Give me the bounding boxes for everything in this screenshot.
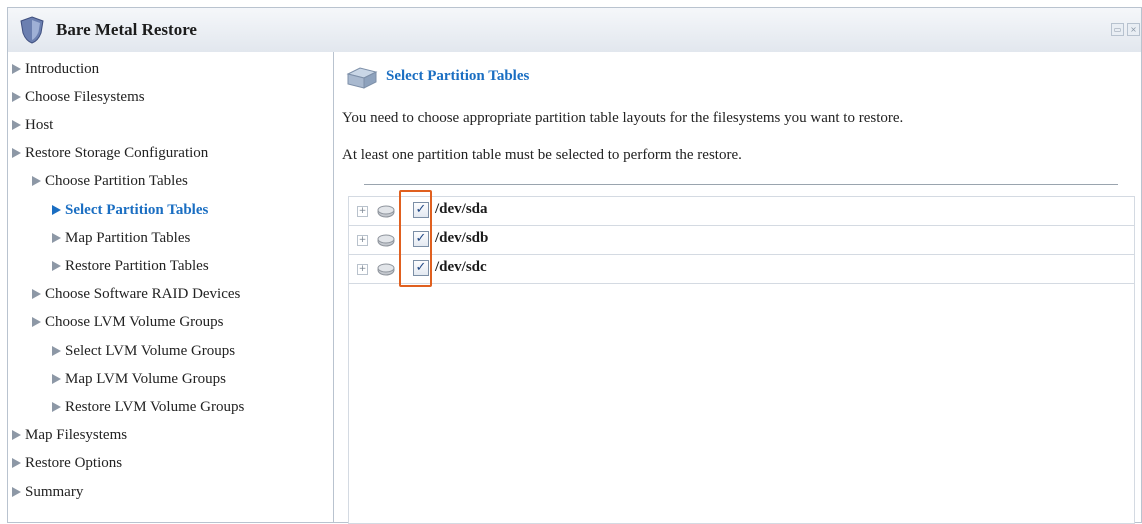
sidebar-item-label: Map Filesystems xyxy=(25,427,128,443)
disk-name: /dev/sdc xyxy=(435,259,487,275)
sidebar-item-label: Restore Partition Tables xyxy=(65,258,209,274)
sidebar-item-host[interactable]: Host xyxy=(12,114,53,136)
table-row: + ✓ /dev/sda xyxy=(349,197,1134,226)
sidebar-item-choose-software-raid-devices[interactable]: Choose Software RAID Devices xyxy=(32,283,240,305)
wizard-navigation: Introduction Choose Filesystems Host Res… xyxy=(8,52,334,522)
title-bar: Bare Metal Restore ▭ × xyxy=(8,8,1141,53)
sidebar-item-label: Restore Options xyxy=(25,455,123,471)
content-panel: Select Partition Tables You need to choo… xyxy=(334,52,1141,524)
sidebar-item-restore-options[interactable]: Restore Options xyxy=(12,452,122,474)
sidebar-item-label: Restore LVM Volume Groups xyxy=(65,399,245,415)
sidebar-item-label: Summary xyxy=(25,484,84,500)
sidebar-item-label: Map Partition Tables xyxy=(65,230,191,246)
close-icon[interactable]: × xyxy=(1127,23,1140,36)
disk-icon xyxy=(377,205,395,218)
requirement-note: At least one partition table must be sel… xyxy=(342,147,742,163)
disk-icon xyxy=(377,234,395,247)
sidebar-item-select-lvm-volume-groups[interactable]: Select LVM Volume Groups xyxy=(52,340,235,362)
arrow-icon xyxy=(32,289,41,299)
arrow-icon xyxy=(52,374,61,384)
sidebar-item-map-lvm-volume-groups[interactable]: Map LVM Volume Groups xyxy=(52,368,226,390)
sidebar-item-introduction[interactable]: Introduction xyxy=(12,58,99,80)
sidebar-item-summary[interactable]: Summary xyxy=(12,481,83,503)
window-title: Bare Metal Restore xyxy=(56,20,197,39)
sidebar-item-label: Restore Storage Configuration xyxy=(25,145,209,161)
sidebar-item-label: Introduction xyxy=(25,61,100,77)
maximize-icon[interactable]: ▭ xyxy=(1111,23,1124,36)
sidebar-item-restore-lvm-volume-groups[interactable]: Restore LVM Volume Groups xyxy=(52,396,244,418)
arrow-icon xyxy=(32,176,41,186)
arrow-icon xyxy=(52,261,61,271)
sidebar-item-choose-partition-tables[interactable]: Choose Partition Tables xyxy=(32,170,188,192)
sidebar-item-restore-partition-tables[interactable]: Restore Partition Tables xyxy=(52,255,209,277)
sidebar-item-label: Choose LVM Volume Groups xyxy=(45,314,224,330)
sidebar-item-choose-lvm-volume-groups[interactable]: Choose LVM Volume Groups xyxy=(32,311,224,333)
arrow-icon xyxy=(12,148,21,158)
arrow-icon xyxy=(52,233,61,243)
section-header: Select Partition Tables xyxy=(346,58,1141,94)
sidebar-item-choose-filesystems[interactable]: Choose Filesystems xyxy=(12,86,145,108)
table-row: + ✓ /dev/sdb xyxy=(349,226,1134,255)
sidebar-item-label: Host xyxy=(25,117,54,133)
table-row: + ✓ /dev/sdc xyxy=(349,255,1134,284)
sidebar-item-label: Select LVM Volume Groups xyxy=(65,343,236,359)
disk-icon xyxy=(377,263,395,276)
arrow-icon xyxy=(12,92,21,102)
arrow-icon xyxy=(12,458,21,468)
sidebar-item-label: Choose Partition Tables xyxy=(45,173,188,189)
sidebar-item-label: Choose Filesystems xyxy=(25,89,145,105)
arrow-icon xyxy=(52,205,61,215)
bare-metal-restore-window: Bare Metal Restore ▭ × Introduction Choo… xyxy=(7,7,1142,524)
arrow-icon xyxy=(52,346,61,356)
sidebar-item-select-partition-tables[interactable]: Select Partition Tables xyxy=(52,199,208,221)
shield-logo-icon xyxy=(20,16,44,44)
divider xyxy=(364,184,1118,185)
arrow-icon xyxy=(12,430,21,440)
sidebar-item-map-partition-tables[interactable]: Map Partition Tables xyxy=(52,227,190,249)
sidebar-item-restore-storage-configuration[interactable]: Restore Storage Configuration xyxy=(12,142,208,164)
arrow-icon xyxy=(12,64,21,74)
sidebar-item-label: Select Partition Tables xyxy=(65,202,209,218)
arrow-icon xyxy=(52,402,61,412)
partition-table-icon xyxy=(346,67,378,89)
expand-icon[interactable]: + xyxy=(357,235,368,246)
intro-text: You need to choose appropriate partition… xyxy=(342,110,904,126)
sidebar-item-map-filesystems[interactable]: Map Filesystems xyxy=(12,424,127,446)
expand-icon[interactable]: + xyxy=(357,264,368,275)
disk-name: /dev/sda xyxy=(435,201,488,217)
sidebar-item-label: Choose Software RAID Devices xyxy=(45,286,241,302)
disk-name: /dev/sdb xyxy=(435,230,489,246)
partition-table-list: + ✓ /dev/sda + ✓ /dev/sdb + ✓ /dev/sdc xyxy=(348,196,1135,524)
checkbox-highlight-box xyxy=(399,190,432,287)
expand-icon[interactable]: + xyxy=(357,206,368,217)
arrow-icon xyxy=(32,317,41,327)
sidebar-item-label: Map LVM Volume Groups xyxy=(65,371,226,387)
arrow-icon xyxy=(12,120,21,130)
arrow-icon xyxy=(12,487,21,497)
page-title: Select Partition Tables xyxy=(386,68,530,84)
